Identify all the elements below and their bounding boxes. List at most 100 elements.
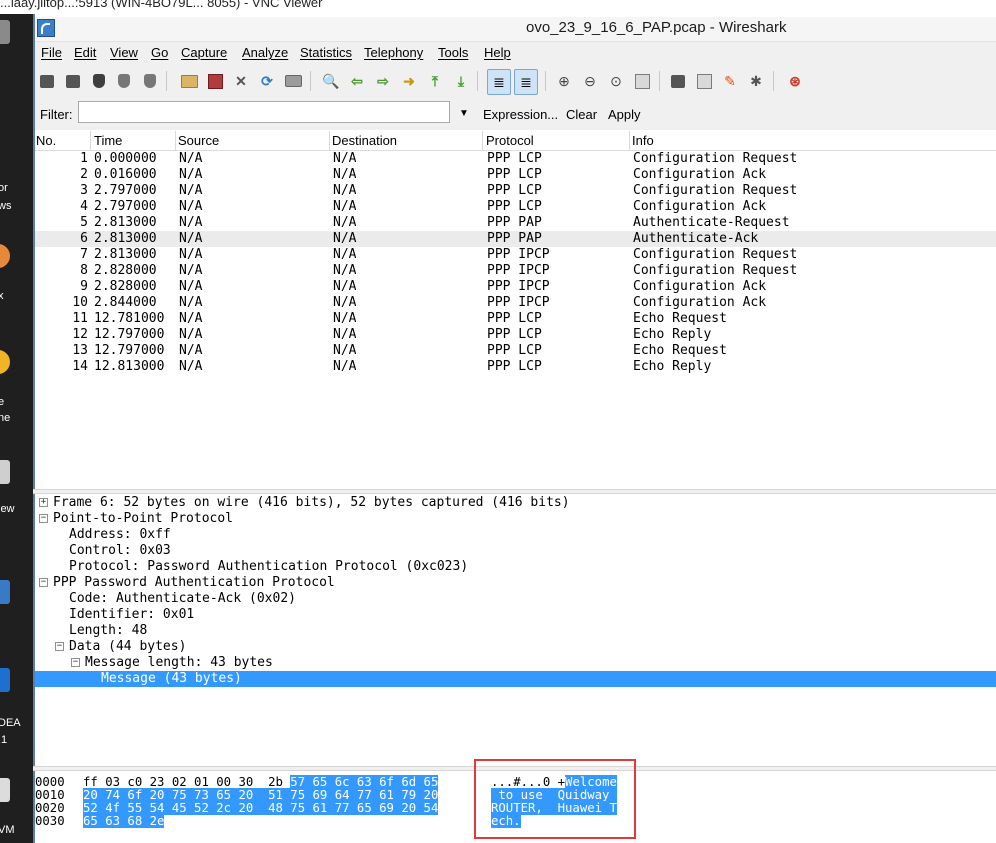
packet-details-tree[interactable]: + Frame 6: 52 bytes on wire (416 bits), 5… xyxy=(35,494,996,766)
filter-input[interactable] xyxy=(78,101,450,123)
column-divider[interactable] xyxy=(329,131,330,150)
column-divider[interactable] xyxy=(90,131,91,150)
desktop-chrome-icon[interactable] xyxy=(0,350,10,374)
detail-line[interactable]: − Point-to-Point Protocol xyxy=(35,511,996,527)
packet-row[interactable]: 10 2.844000 N/A N/A PPP IPCP Configuration Ac… xyxy=(35,295,996,311)
menu-help[interactable]: Help xyxy=(484,45,511,60)
cell-protocol: PPP LCP xyxy=(487,167,542,182)
packet-row[interactable]: 9 2.828000 N/A N/A PPP IPCP Configuration Ack xyxy=(35,279,996,295)
print-icon[interactable] xyxy=(284,72,302,90)
tree-expander-icon[interactable]: + xyxy=(39,498,48,507)
filter-dropdown-icon[interactable]: ▼ xyxy=(459,108,469,119)
detail-line[interactable]: Protocol: Password Authentication Protoc… xyxy=(35,559,996,575)
title-bar[interactable]: ovo_23_9_16_6_PAP.pcap - Wireshark xyxy=(35,17,996,42)
first-packet-icon[interactable]: ⤒ xyxy=(426,72,444,90)
menu-tools[interactable]: Tools xyxy=(438,45,468,60)
detail-line[interactable]: Identifier: 0x01 xyxy=(35,607,996,623)
hex-bytes[interactable]: 20 74 6f 20 75 73 65 20 51 75 69 64 77 6… xyxy=(83,788,439,802)
tree-expander-icon[interactable]: − xyxy=(39,578,48,587)
detail-line[interactable]: − PPP Password Authentication Protocol xyxy=(35,575,996,591)
go-forward-icon[interactable]: ⇨ xyxy=(374,72,392,90)
coloring-rules-icon[interactable]: ✎ xyxy=(721,72,739,90)
menu-telephony[interactable]: Telephony xyxy=(364,45,423,60)
packet-row[interactable]: 1 0.000000 N/A N/A PPP LCP Configuration Requ… xyxy=(35,151,996,167)
auto-scroll-icon[interactable]: ≣ xyxy=(514,69,538,95)
detail-line[interactable]: + Frame 6: 52 bytes on wire (416 bits), 5… xyxy=(35,495,996,511)
packet-row[interactable]: 2 0.016000 N/A N/A PPP LCP Configuration Ack xyxy=(35,167,996,183)
capture-filters-icon[interactable] xyxy=(669,72,687,90)
clear-button[interactable]: Clear xyxy=(566,107,597,122)
packet-row[interactable]: 11 12.781000 N/A N/A PPP LCP Echo Request xyxy=(35,311,996,327)
go-to-packet-icon[interactable]: ➜ xyxy=(400,72,418,90)
column-divider[interactable] xyxy=(482,131,483,150)
column-header-no[interactable]: No. xyxy=(36,133,56,148)
menu-view[interactable]: View xyxy=(110,45,138,60)
display-filters-icon[interactable] xyxy=(695,72,713,90)
detail-line[interactable]: Length: 48 xyxy=(35,623,996,639)
start-capture-icon[interactable] xyxy=(90,72,108,90)
hex-bytes[interactable]: 65 63 68 2e xyxy=(83,814,165,828)
zoom-in-icon[interactable]: ⊕ xyxy=(555,72,573,90)
zoom-out-icon[interactable]: ⊖ xyxy=(581,72,599,90)
detail-line[interactable]: Message (43 bytes) xyxy=(35,671,996,687)
last-packet-icon[interactable]: ⤓ xyxy=(452,72,470,90)
menu-file[interactable]: File xyxy=(41,45,62,60)
packet-row[interactable]: 8 2.828000 N/A N/A PPP IPCP Configuration Req… xyxy=(35,263,996,279)
reload-icon[interactable]: ⟳ xyxy=(258,72,276,90)
detail-line[interactable]: Address: 0xff xyxy=(35,527,996,543)
hex-bytes[interactable]: ff 03 c0 23 02 01 00 30 2b 57 65 6c 63 6… xyxy=(83,775,439,789)
packet-row[interactable]: 12 12.797000 N/A N/A PPP LCP Echo Reply xyxy=(35,327,996,343)
column-header-info[interactable]: Info xyxy=(632,133,654,148)
column-header-source[interactable]: Source xyxy=(178,133,219,148)
menu-go[interactable]: Go xyxy=(151,45,168,60)
column-header-protocol[interactable]: Protocol xyxy=(486,133,534,148)
packet-row[interactable]: 3 2.797000 N/A N/A PPP LCP Configuration Requ… xyxy=(35,183,996,199)
preferences-icon[interactable]: ✱ xyxy=(747,72,765,90)
close-file-icon[interactable]: ✕ xyxy=(232,72,250,90)
desktop-recycle-icon[interactable] xyxy=(0,20,10,44)
wireshark-app-icon[interactable] xyxy=(37,19,55,37)
expression-button[interactable]: Expression... xyxy=(483,107,558,122)
menu-analyze[interactable]: Analyze xyxy=(242,45,288,60)
menu-statistics[interactable]: Statistics xyxy=(300,45,352,60)
detail-line[interactable]: − Message length: 43 bytes xyxy=(35,655,996,671)
column-header-time[interactable]: Time xyxy=(94,133,122,148)
hex-bytes[interactable]: 52 4f 55 54 45 52 2c 20 48 75 61 77 65 6… xyxy=(83,801,439,815)
desktop-firefox-icon[interactable] xyxy=(0,244,10,268)
menu-edit[interactable]: Edit xyxy=(74,45,96,60)
find-packet-icon[interactable]: 🔍 xyxy=(322,72,340,90)
interface-list-icon[interactable] xyxy=(38,72,56,90)
packet-row[interactable]: 14 12.813000 N/A N/A PPP LCP Echo Reply xyxy=(35,359,996,375)
packet-list[interactable]: No. Time Source Destination Protocol Inf… xyxy=(35,131,996,489)
detail-line[interactable]: Control: 0x03 xyxy=(35,543,996,559)
column-header-destination[interactable]: Destination xyxy=(332,133,397,148)
detail-line[interactable]: − Data (44 bytes) xyxy=(35,639,996,655)
detail-line[interactable]: Code: Authenticate-Ack (0x02) xyxy=(35,591,996,607)
packet-row[interactable]: 6 2.813000 N/A N/A PPP PAP Authenticate-Ack xyxy=(35,231,996,247)
stop-capture-icon[interactable] xyxy=(115,72,133,90)
packet-row[interactable]: 7 2.813000 N/A N/A PPP IPCP Configuration Req… xyxy=(35,247,996,263)
tree-expander-icon[interactable]: − xyxy=(71,658,80,667)
column-divider[interactable] xyxy=(629,131,630,150)
go-back-icon[interactable]: ⇦ xyxy=(348,72,366,90)
menu-capture[interactable]: Capture xyxy=(181,45,227,60)
desktop-vm-icon[interactable] xyxy=(0,778,10,802)
packet-row[interactable]: 5 2.813000 N/A N/A PPP PAP Authenticate-Reque… xyxy=(35,215,996,231)
packet-row[interactable]: 13 12.797000 N/A N/A PPP LCP Echo Request xyxy=(35,343,996,359)
help-icon[interactable]: ⊛ xyxy=(786,72,804,90)
colorize-icon[interactable]: ≣ xyxy=(487,69,511,95)
column-divider[interactable] xyxy=(175,131,176,150)
normal-size-icon[interactable]: ⊙ xyxy=(607,72,625,90)
resize-columns-icon[interactable] xyxy=(633,72,651,90)
capture-options-icon[interactable] xyxy=(64,72,82,90)
save-file-icon[interactable] xyxy=(206,72,224,90)
restart-capture-icon[interactable] xyxy=(141,72,159,90)
tree-expander-icon[interactable]: − xyxy=(39,514,48,523)
desktop-app-icon[interactable] xyxy=(0,580,10,604)
open-file-icon[interactable] xyxy=(180,72,198,90)
tree-expander-icon[interactable]: − xyxy=(55,642,64,651)
desktop-shortcut-icon[interactable] xyxy=(0,460,10,484)
packet-row[interactable]: 4 2.797000 N/A N/A PPP LCP Configuration Ack xyxy=(35,199,996,215)
apply-button[interactable]: Apply xyxy=(608,107,641,122)
desktop-idea-icon[interactable] xyxy=(0,668,10,692)
